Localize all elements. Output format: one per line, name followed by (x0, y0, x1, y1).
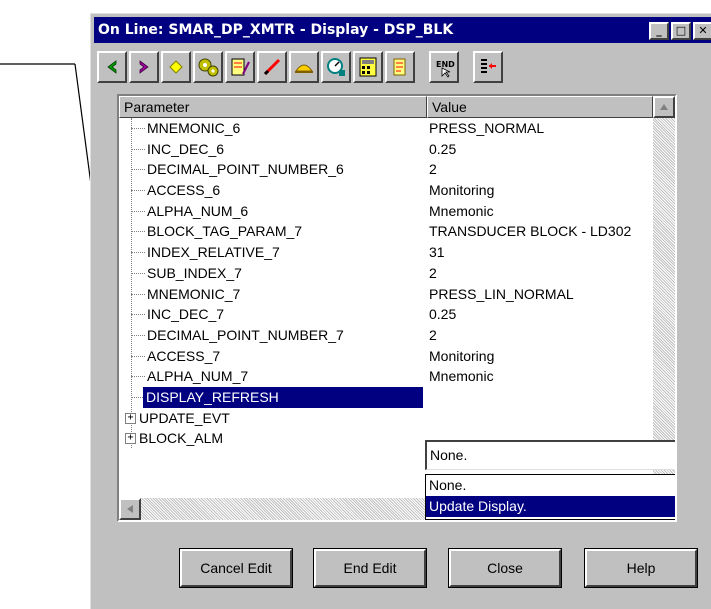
hat-button[interactable] (289, 51, 319, 83)
table-row[interactable]: SUB_INDEX_7 2 (119, 263, 653, 284)
param-name: BLOCK_TAG_PARAM_7 (147, 223, 303, 240)
toolbar: END (97, 49, 503, 85)
param-value: 31 (429, 244, 445, 261)
end-icon: END (436, 60, 455, 78)
param-value: Mnemonic (429, 202, 494, 219)
param-name: ALPHA_NUM_6 (147, 202, 249, 219)
table-row[interactable]: ACCESS_7 Monitoring (119, 346, 653, 367)
param-name-selected: DISPLAY_REFRESH (143, 386, 423, 408)
svg-text:END: END (436, 60, 455, 69)
window-controls: _ □ ✕ (649, 22, 711, 40)
arrow-right-icon (139, 60, 149, 74)
table-row[interactable]: DECIMAL_POINT_NUMBER_6 2 (119, 159, 653, 180)
param-name: INC_DEC_6 (147, 140, 225, 157)
param-value: 2 (429, 326, 437, 343)
table-row[interactable]: DECIMAL_POINT_NUMBER_7 2 (119, 325, 653, 346)
minimize-button[interactable]: _ (649, 22, 669, 40)
table-row[interactable]: INDEX_RELATIVE_7 31 (119, 242, 653, 263)
list-button[interactable] (473, 51, 503, 83)
arrow-left-small-icon (127, 505, 133, 513)
diamond-button[interactable] (161, 51, 191, 83)
cancel-edit-button[interactable]: Cancel Edit (179, 548, 293, 588)
table-row[interactable]: BLOCK_TAG_PARAM_7 TRANSDUCER BLOCK - LD30… (119, 221, 653, 242)
forward-button[interactable] (129, 51, 159, 83)
param-value: Mnemonic (429, 368, 494, 385)
vertical-scrollbar[interactable] (653, 96, 675, 498)
dropdown-option-none[interactable]: None. (426, 475, 675, 496)
column-header-value[interactable]: Value (427, 96, 653, 118)
edit-button[interactable] (257, 51, 287, 83)
value-dropdown-list[interactable]: None. Update Display. (425, 474, 675, 520)
param-name: INDEX_RELATIVE_7 (147, 244, 280, 261)
help-button[interactable]: Help (584, 548, 698, 588)
column-header-parameter[interactable]: Parameter (119, 96, 427, 118)
param-value: 2 (429, 161, 437, 178)
param-name: ACCESS_6 (147, 182, 221, 199)
table-row[interactable]: ACCESS_6 Monitoring (119, 180, 653, 201)
param-value: 2 (429, 264, 437, 281)
param-value: PRESS_NORMAL (429, 120, 545, 136)
param-name: ACCESS_7 (147, 347, 221, 364)
gauge-icon (327, 58, 345, 76)
selected-row[interactable]: DISPLAY_REFRESH (119, 386, 653, 408)
gauge-button[interactable] (321, 51, 351, 83)
maximize-button[interactable]: □ (671, 22, 691, 40)
dropdown-option-update-display[interactable]: Update Display. (426, 496, 675, 517)
table-row[interactable]: INC_DEC_7 0.25 (119, 304, 653, 325)
instrument-button[interactable] (225, 51, 255, 83)
list-arrow-icon (481, 59, 496, 73)
instrument-icon (231, 58, 250, 76)
param-value: 0.25 (429, 306, 457, 323)
group-name: BLOCK_ALM (139, 430, 224, 447)
table-row[interactable]: INC_DEC_6 0.25 (119, 139, 653, 160)
param-name: ALPHA_NUM_7 (147, 368, 249, 385)
dialog-window: On Line: SMAR_DP_XMTR - Display - DSP_BL… (90, 13, 711, 609)
table-row[interactable]: ALPHA_NUM_7 Mnemonic (119, 366, 653, 387)
param-name: MNEMONIC_7 (147, 285, 241, 302)
param-value: 0.25 (429, 140, 457, 157)
close-button[interactable]: ✕ (693, 22, 711, 40)
param-value: TRANSDUCER BLOCK - LD302 (429, 223, 632, 240)
scroll-up-button[interactable] (653, 96, 675, 118)
scroll-icon (393, 58, 406, 76)
pencil-icon (263, 58, 281, 76)
tree-group-update-evt[interactable]: + UPDATE_EVT (119, 408, 653, 429)
table-row[interactable]: ALPHA_NUM_6 Mnemonic (119, 201, 653, 222)
param-name: INC_DEC_7 (147, 306, 225, 323)
gears-icon (198, 58, 219, 77)
gears-button[interactable] (193, 51, 223, 83)
end-button[interactable]: END (429, 51, 459, 83)
table-row[interactable]: MNEMONIC_6 PRESS_NORMAL (119, 118, 653, 139)
param-name: DECIMAL_POINT_NUMBER_7 (147, 326, 344, 343)
value-edit-field[interactable]: None. (425, 440, 675, 470)
expand-icon[interactable]: + (125, 412, 136, 424)
param-name: MNEMONIC_6 (147, 120, 241, 136)
end-edit-button[interactable]: End Edit (313, 548, 427, 588)
param-name: SUB_INDEX_7 (147, 264, 242, 281)
calculator-icon (359, 57, 377, 77)
group-name: UPDATE_EVT (139, 409, 230, 426)
param-value: Monitoring (429, 182, 495, 199)
window-title: On Line: SMAR_DP_XMTR - Display - DSP_BL… (98, 22, 454, 38)
param-name: DECIMAL_POINT_NUMBER_6 (147, 161, 344, 178)
parameter-rows: MNEMONIC_6 PRESS_NORMAL INC_DEC_6 0.25 DEC… (119, 118, 653, 449)
hat-icon (295, 64, 313, 73)
scroll-left-button[interactable] (119, 498, 141, 520)
parameter-grid: Parameter Value MNEMONIC_6 PRESS_NORMAL I… (117, 94, 677, 522)
param-value: Monitoring (429, 347, 495, 364)
table-row[interactable]: MNEMONIC_7 PRESS_LIN_NORMAL (119, 284, 653, 305)
close-dialog-button[interactable]: Close (448, 548, 562, 588)
title-bar[interactable]: On Line: SMAR_DP_XMTR - Display - DSP_BL… (94, 17, 711, 43)
expand-icon[interactable]: + (125, 433, 136, 445)
param-value: PRESS_LIN_NORMAL (429, 285, 574, 302)
arrow-left-icon (107, 60, 117, 74)
calculator-button[interactable] (353, 51, 383, 83)
back-button[interactable] (97, 51, 127, 83)
scroll-button[interactable] (385, 51, 415, 83)
diamond-icon (169, 60, 183, 74)
arrow-up-icon (660, 104, 668, 110)
